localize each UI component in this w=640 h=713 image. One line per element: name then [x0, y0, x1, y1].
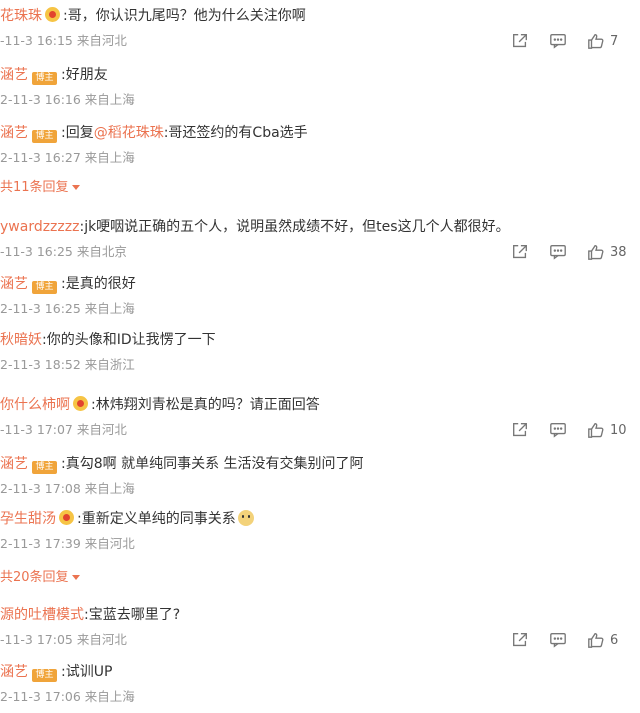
author-badge: 博主	[32, 72, 57, 85]
comment-icon[interactable]	[548, 31, 568, 51]
comment-text-line: 涵艺 博主:试训UP	[0, 663, 112, 682]
more-replies-link[interactable]: 共11条回复	[0, 180, 80, 196]
comment-item: ywardzzzzz:jk哽咽说正确的五个人，说明虽然成绩不好，但tes这几个人…	[0, 218, 640, 268]
comment-meta: -11-3 16:15 来自河北	[0, 33, 127, 48]
comment-text-line: 源的吐槽模式:宝蓝去哪里了?	[0, 606, 180, 624]
comment-text: 是真的很好	[65, 276, 136, 292]
comment-text-line: 你什么柿啊:林炜翔刘青松是真的吗？请正面回答	[0, 396, 320, 414]
reply-item: 涵艺 博主:真勾8啊 就单纯同事关系 生活没有交集别问了阿 2-11-3 17:08…	[0, 455, 640, 505]
vip-badge-icon	[45, 7, 60, 22]
username-link[interactable]: 孕生甜汤	[0, 511, 56, 527]
comment-meta: -11-3 17:07 来自河北	[0, 422, 127, 437]
comment-text: 重新定义单纯的同事关系	[81, 511, 236, 527]
comment-item: 你什么柿啊:林炜翔刘青松是真的吗？请正面回答 -11-3 17:07 来自河北 10	[0, 396, 640, 446]
username-link[interactable]: 涵艺	[0, 664, 28, 680]
comment-text-line: 涵艺 博主:回复@稻花珠珠:哥还签约的有Cba选手	[0, 124, 308, 143]
like-count: 7	[610, 33, 619, 49]
comment-icon[interactable]	[548, 420, 568, 440]
comment-meta: 2-11-3 18:52 来自浙江	[0, 357, 135, 372]
comment-actions: 38	[492, 242, 632, 262]
share-icon[interactable]	[510, 630, 530, 650]
comment-meta: -11-3 17:05 来自河北	[0, 632, 127, 647]
comment-text-line: 涵艺 博主:好朋友	[0, 66, 108, 85]
username-link[interactable]: 秋暗妖	[0, 332, 42, 348]
more-replies-link[interactable]: 共20条回复	[0, 570, 80, 586]
comment-text: :哥还签约的有Cba选手	[163, 125, 308, 141]
more-replies-label: 共20条回复	[0, 570, 69, 585]
comment-text-line: 孕生甜汤:重新定义单纯的同事关系	[0, 510, 254, 528]
username-link[interactable]: 涵艺	[0, 125, 28, 141]
comment-meta: -11-3 16:25 来自北京	[0, 244, 127, 259]
more-replies-label: 共11条回复	[0, 180, 69, 195]
author-badge: 博主	[32, 461, 57, 474]
thumb-up-icon[interactable]	[586, 630, 606, 650]
like-count: 6	[610, 632, 619, 648]
like-count: 38	[610, 244, 627, 260]
reply-item: 涵艺 博主:试训UP 2-11-3 17:06 来自上海	[0, 663, 640, 713]
author-badge: 博主	[32, 281, 57, 294]
emoji-icon	[237, 510, 254, 526]
comment-icon[interactable]	[548, 242, 568, 262]
share-icon[interactable]	[510, 242, 530, 262]
mention-link[interactable]: @稻花珠珠	[94, 125, 164, 141]
comment-text-line: 秋暗妖:你的头像和ID让我愣了一下	[0, 331, 216, 349]
comment-meta: 2-11-3 17:08 来自上海	[0, 481, 135, 496]
more-replies[interactable]: 共20条回复	[0, 570, 640, 588]
reply-item: 孕生甜汤:重新定义单纯的同事关系 2-11-3 17:39 来自河北	[0, 510, 640, 560]
comment-actions: 7	[492, 31, 632, 51]
username-link[interactable]: 涵艺	[0, 67, 28, 83]
comment-item: 源的吐槽模式:宝蓝去哪里了? -11-3 17:05 来自河北 6	[0, 606, 640, 656]
thumb-up-icon[interactable]	[586, 242, 606, 262]
comment-text: 你的头像和ID让我愣了一下	[46, 332, 216, 348]
comment-text: 好朋友	[65, 67, 108, 83]
comment-text-line: 涵艺 博主:真勾8啊 就单纯同事关系 生活没有交集别问了阿	[0, 455, 364, 474]
username-link[interactable]: 花珠珠	[0, 8, 42, 24]
chevron-down-icon	[71, 575, 80, 580]
reply-item: 秋暗妖:你的头像和ID让我愣了一下 2-11-3 18:52 来自浙江	[0, 331, 640, 381]
comment-meta: 2-11-3 17:06 来自上海	[0, 689, 135, 704]
share-icon[interactable]	[510, 31, 530, 51]
share-icon[interactable]	[510, 420, 530, 440]
author-badge: 博主	[32, 130, 57, 143]
vip-badge-icon	[73, 396, 88, 411]
comment-text: 林炜翔刘青松是真的吗？请正面回答	[95, 397, 320, 413]
comment-meta: 2-11-3 16:16 来自上海	[0, 92, 135, 107]
reply-item: 涵艺 博主:是真的很好 2-11-3 16:25 来自上海	[0, 275, 640, 325]
comment-meta: 2-11-3 16:25 来自上海	[0, 301, 135, 316]
comment-text: 真勾8啊 就单纯同事关系 生活没有交集别问了阿	[65, 456, 364, 472]
reply-prefix: 回复	[65, 125, 94, 141]
username-link[interactable]: 你什么柿啊	[0, 397, 70, 413]
comment-text: 宝蓝去哪里了?	[88, 607, 181, 623]
more-replies[interactable]: 共11条回复	[0, 180, 640, 198]
username-link[interactable]: 涵艺	[0, 456, 28, 472]
thumb-up-icon[interactable]	[586, 31, 606, 51]
like-count: 10	[610, 422, 627, 438]
comment-icon[interactable]	[548, 630, 568, 650]
reply-item: 涵艺 博主:回复@稻花珠珠:哥还签约的有Cba选手 2-11-3 16:27 来自上…	[0, 124, 640, 174]
comment-actions: 6	[492, 630, 632, 650]
comment-text: 试训UP	[65, 664, 113, 680]
comment-text-line: ywardzzzzz:jk哽咽说正确的五个人，说明虽然成绩不好，但tes这几个人…	[0, 218, 510, 236]
username-link[interactable]: ywardzzzzz	[0, 219, 79, 235]
comment-item: 花珠珠:哥，你认识九尾吗？他为什么关注你啊 -11-3 16:15 来自河北 7	[0, 7, 640, 57]
comment-text: jk哽咽说正确的五个人，说明虽然成绩不好，但tes这几个人都很好。	[84, 219, 510, 235]
username-link[interactable]: 源的吐槽模式	[0, 607, 84, 623]
author-badge: 博主	[32, 669, 57, 682]
comment-meta: 2-11-3 16:27 来自上海	[0, 150, 135, 165]
thumb-up-icon[interactable]	[586, 420, 606, 440]
reply-item: 涵艺 博主:好朋友 2-11-3 16:16 来自上海	[0, 66, 640, 116]
vip-badge-icon	[59, 510, 74, 525]
comment-text: 哥，你认识九尾吗？他为什么关注你啊	[67, 8, 306, 24]
comment-text-line: 花珠珠:哥，你认识九尾吗？他为什么关注你啊	[0, 7, 306, 25]
username-link[interactable]: 涵艺	[0, 276, 28, 292]
comment-text-line: 涵艺 博主:是真的很好	[0, 275, 136, 294]
comment-meta: 2-11-3 17:39 来自河北	[0, 536, 135, 551]
chevron-down-icon	[71, 185, 80, 190]
comment-actions: 10	[492, 420, 632, 440]
